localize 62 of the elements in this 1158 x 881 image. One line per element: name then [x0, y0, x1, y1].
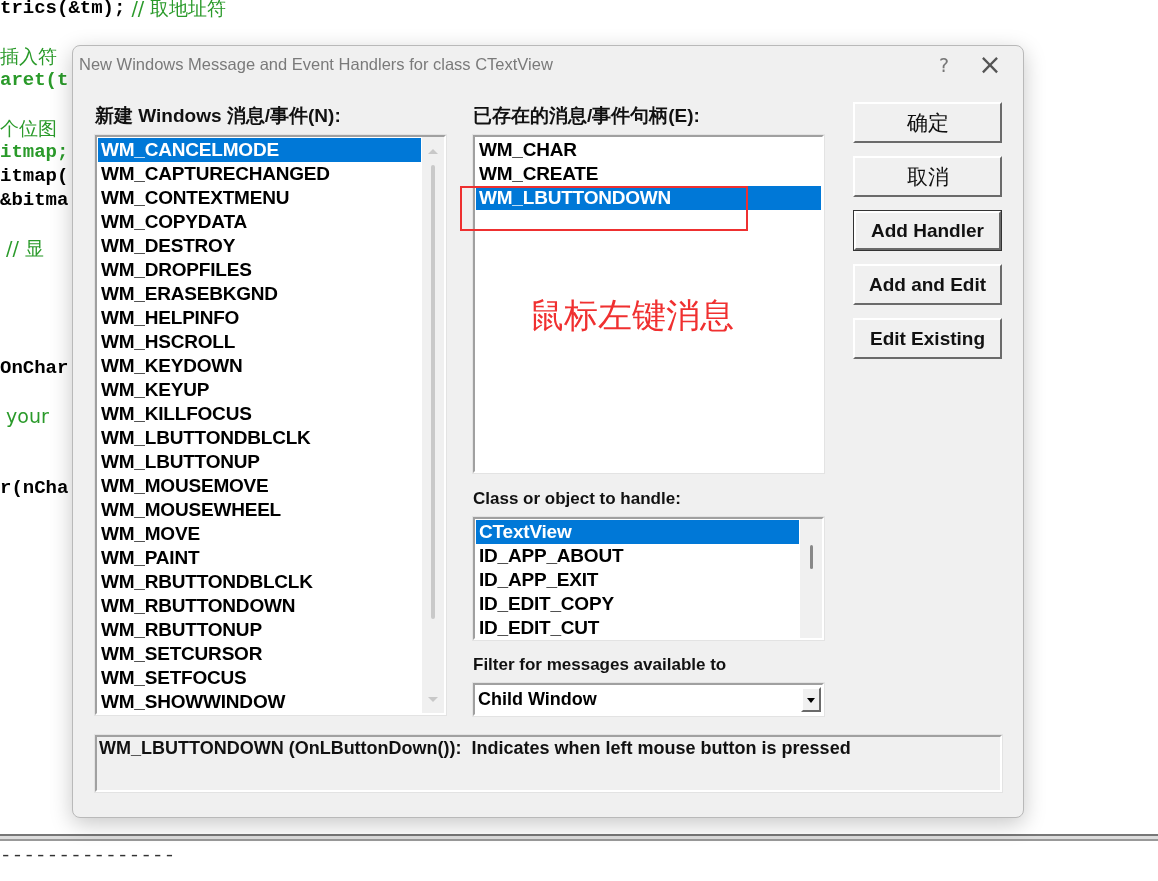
list-item[interactable]: WM_KEYUP: [98, 378, 421, 402]
list-item[interactable]: WM_RBUTTONDBLCLK: [98, 570, 421, 594]
list-item[interactable]: WM_CAPTURECHANGED: [98, 162, 421, 186]
code-text: itmap;: [0, 140, 69, 164]
list-item[interactable]: WM_CONTEXTMENU: [98, 186, 421, 210]
dialog-button[interactable]: Edit Existing: [853, 318, 1002, 359]
code-comment: 插入符: [0, 44, 57, 68]
list-item[interactable]: WM_COPYDATA: [98, 210, 421, 234]
list-item[interactable]: WM_KEYDOWN: [98, 354, 421, 378]
list-item[interactable]: WM_SHOWWINDOW: [98, 690, 421, 713]
list-item[interactable]: WM_DESTROY: [98, 234, 421, 258]
list-item[interactable]: WM_PAINT: [98, 546, 421, 570]
panel-splitter[interactable]: [0, 834, 1158, 841]
output-divider: ---------------: [0, 845, 176, 867]
code-text: OnChar: [0, 356, 69, 380]
field-label: Filter for messages available to: [473, 655, 728, 675]
list-item[interactable]: WM_HELPINFO: [98, 306, 421, 330]
list-item[interactable]: WM_MOVE: [98, 522, 421, 546]
list-item[interactable]: WM_RBUTTONUP: [98, 618, 421, 642]
filter-dropdown[interactable]: Child Window: [473, 683, 824, 716]
list-item[interactable]: WM_LBUTTONUP: [98, 450, 421, 474]
code-comment: 个位图: [0, 116, 57, 140]
list-item[interactable]: ID_EDIT_COPY: [476, 592, 799, 616]
list-label: 新建 Windows 消息/事件(N):: [95, 105, 342, 127]
list-item[interactable]: WM_LBUTTONDOWN: [476, 186, 821, 210]
scrollbar[interactable]: [800, 519, 822, 638]
code-comment: // 显: [5, 236, 44, 260]
list-item[interactable]: WM_MOUSEMOVE: [98, 474, 421, 498]
list-item[interactable]: ID_APP_EXIT: [476, 568, 799, 592]
dialog-button[interactable]: 取消: [853, 156, 1002, 197]
dialog-button[interactable]: 确定: [853, 102, 1002, 143]
list-item[interactable]: CTextView: [476, 520, 799, 544]
list-item[interactable]: WM_ERASEBKGND: [98, 282, 421, 306]
list-item[interactable]: WM_CANCELMODE: [98, 138, 421, 162]
annotation-text: 鼠标左键消息: [530, 294, 734, 337]
code-text: r(nCha: [0, 476, 69, 500]
dialog-button[interactable]: Add Handler: [853, 210, 1002, 251]
code-text: &bitma: [0, 188, 69, 212]
list-item[interactable]: WM_MOUSEWHEEL: [98, 498, 421, 522]
list-label: Class or object to handle:: [473, 489, 682, 509]
list-item[interactable]: WM_RBUTTONDOWN: [98, 594, 421, 618]
code-comment: // 取地址符: [130, 0, 227, 20]
dialog-button[interactable]: Add and Edit: [853, 264, 1002, 305]
list-item[interactable]: WM_HSCROLL: [98, 330, 421, 354]
description-text: WM_LBUTTONDOWN (OnLButtonDown()): Indicates when left mouse button is pressed: [99, 738, 852, 759]
list-item[interactable]: WM_DROPFILES: [98, 258, 421, 282]
list-item[interactable]: WM_SETCURSOR: [98, 642, 421, 666]
help-button[interactable]: ?: [921, 49, 967, 80]
list-item[interactable]: WM_SETFOCUS: [98, 666, 421, 690]
list-label: 已存在的消息/事件句柄(E):: [473, 105, 701, 127]
list-item[interactable]: WM_CHAR: [476, 138, 821, 162]
list-item[interactable]: ID_APP_ABOUT: [476, 544, 799, 568]
list-item[interactable]: ID_EDIT_CUT: [476, 616, 799, 638]
window-title: New Windows Message and Event Handlers for class CTextView: [79, 55, 554, 74]
code-comment: your: [5, 404, 49, 428]
code-text: itmap(: [0, 164, 69, 188]
list-item[interactable]: WM_KILLFOCUS: [98, 402, 421, 426]
code-text: trics(&tm);: [0, 0, 126, 20]
code-text: aret(t: [0, 68, 69, 92]
list-item[interactable]: WM_LBUTTONDBLCLK: [98, 426, 421, 450]
close-button[interactable]: ×: [967, 47, 1013, 82]
list-item[interactable]: WM_CREATE: [476, 162, 821, 186]
